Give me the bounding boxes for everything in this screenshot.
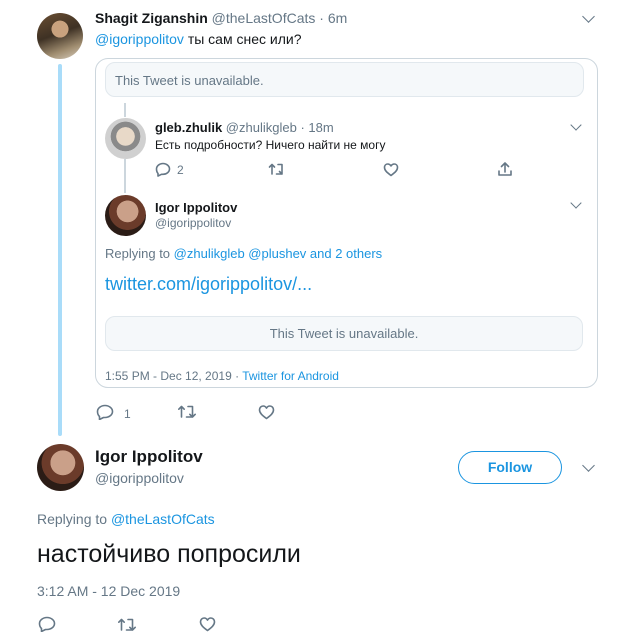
share-icon[interactable] xyxy=(497,161,513,177)
chevron-down-icon[interactable] xyxy=(582,459,595,472)
author-name[interactable]: Shagit Ziganshin xyxy=(95,10,208,26)
like-icon[interactable] xyxy=(258,404,275,420)
retweet-icon[interactable] xyxy=(177,404,197,419)
reply-header: gleb.zhulik @zhulikgleb · 18m xyxy=(155,120,334,135)
reply-icon[interactable] xyxy=(96,404,114,420)
retweet-icon[interactable] xyxy=(268,162,286,176)
author-name[interactable]: gleb.zhulik xyxy=(155,120,222,135)
tweet-link[interactable]: twitter.com/igorippolitov/... xyxy=(105,274,312,295)
replying-to: Replying to @theLastOfCats xyxy=(37,511,215,527)
unavailable-text: This Tweet is unavailable. xyxy=(269,326,419,341)
tweet-time[interactable]: 18m xyxy=(308,120,333,135)
unavailable-text: This Tweet is unavailable. xyxy=(115,73,264,88)
reply-count: 1 xyxy=(124,407,131,421)
avatar[interactable] xyxy=(105,195,146,236)
tweet-meta: 1:55 PM - Dec 12, 2019 · Twitter for And… xyxy=(105,369,339,383)
separator: · xyxy=(300,120,305,135)
inner-thread-line xyxy=(124,103,126,117)
reply-icon[interactable] xyxy=(155,162,171,177)
like-icon[interactable] xyxy=(383,162,399,177)
tweet-time[interactable]: 6m xyxy=(328,10,347,26)
like-icon[interactable] xyxy=(199,616,216,632)
replying-to-users[interactable]: @zhulikgleb @plushev and 2 others xyxy=(174,246,383,261)
replying-to: Replying to @zhulikgleb @plushev and 2 o… xyxy=(105,246,382,261)
reply-icon[interactable] xyxy=(38,616,56,632)
replying-to-label: Replying to xyxy=(105,246,171,261)
author-name[interactable]: Igor Ippolitov xyxy=(155,200,237,215)
timestamp[interactable]: 1:55 PM - Dec 12, 2019 xyxy=(105,369,232,383)
author-handle[interactable]: @theLastOfCats xyxy=(212,10,316,26)
tweet-text: @igorippolitov ты сам снес или? xyxy=(95,31,301,47)
tweet-header: Shagit Ziganshin @theLastOfCats · 6m xyxy=(95,10,347,26)
avatar[interactable] xyxy=(105,118,146,159)
author-name[interactable]: Igor Ippolitov xyxy=(95,447,203,467)
reply-count: 2 xyxy=(177,163,184,177)
avatar[interactable] xyxy=(37,13,83,59)
follow-button[interactable]: Follow xyxy=(458,451,562,484)
chevron-down-icon[interactable] xyxy=(582,10,595,23)
mention-link[interactable]: @igorippolitov xyxy=(95,31,184,47)
timestamp[interactable]: 3:12 AM - 12 Dec 2019 xyxy=(37,583,180,599)
avatar[interactable] xyxy=(37,444,84,491)
thread-line xyxy=(58,64,62,436)
retweet-icon[interactable] xyxy=(117,617,137,632)
reply-text: Есть подробности? Ничего найти не могу xyxy=(155,138,386,152)
replying-to-user[interactable]: @theLastOfCats xyxy=(111,511,215,527)
replying-to-label: Replying to xyxy=(37,511,108,527)
inner-thread-line xyxy=(124,159,126,193)
separator: · xyxy=(319,10,324,26)
unavailable-tweet-notice: This Tweet is unavailable. xyxy=(105,62,584,97)
tweet-source[interactable]: Twitter for Android xyxy=(242,369,339,383)
unavailable-tweet-notice: This Tweet is unavailable. xyxy=(105,316,583,351)
author-handle[interactable]: @zhulikgleb xyxy=(226,120,297,135)
author-handle[interactable]: @igorippolitov xyxy=(95,470,184,486)
author-handle[interactable]: @igorippolitov xyxy=(155,216,231,230)
separator: · xyxy=(235,369,240,383)
tweet-body: ты сам снес или? xyxy=(187,31,302,47)
tweet-text: настойчиво попросили xyxy=(37,540,301,568)
